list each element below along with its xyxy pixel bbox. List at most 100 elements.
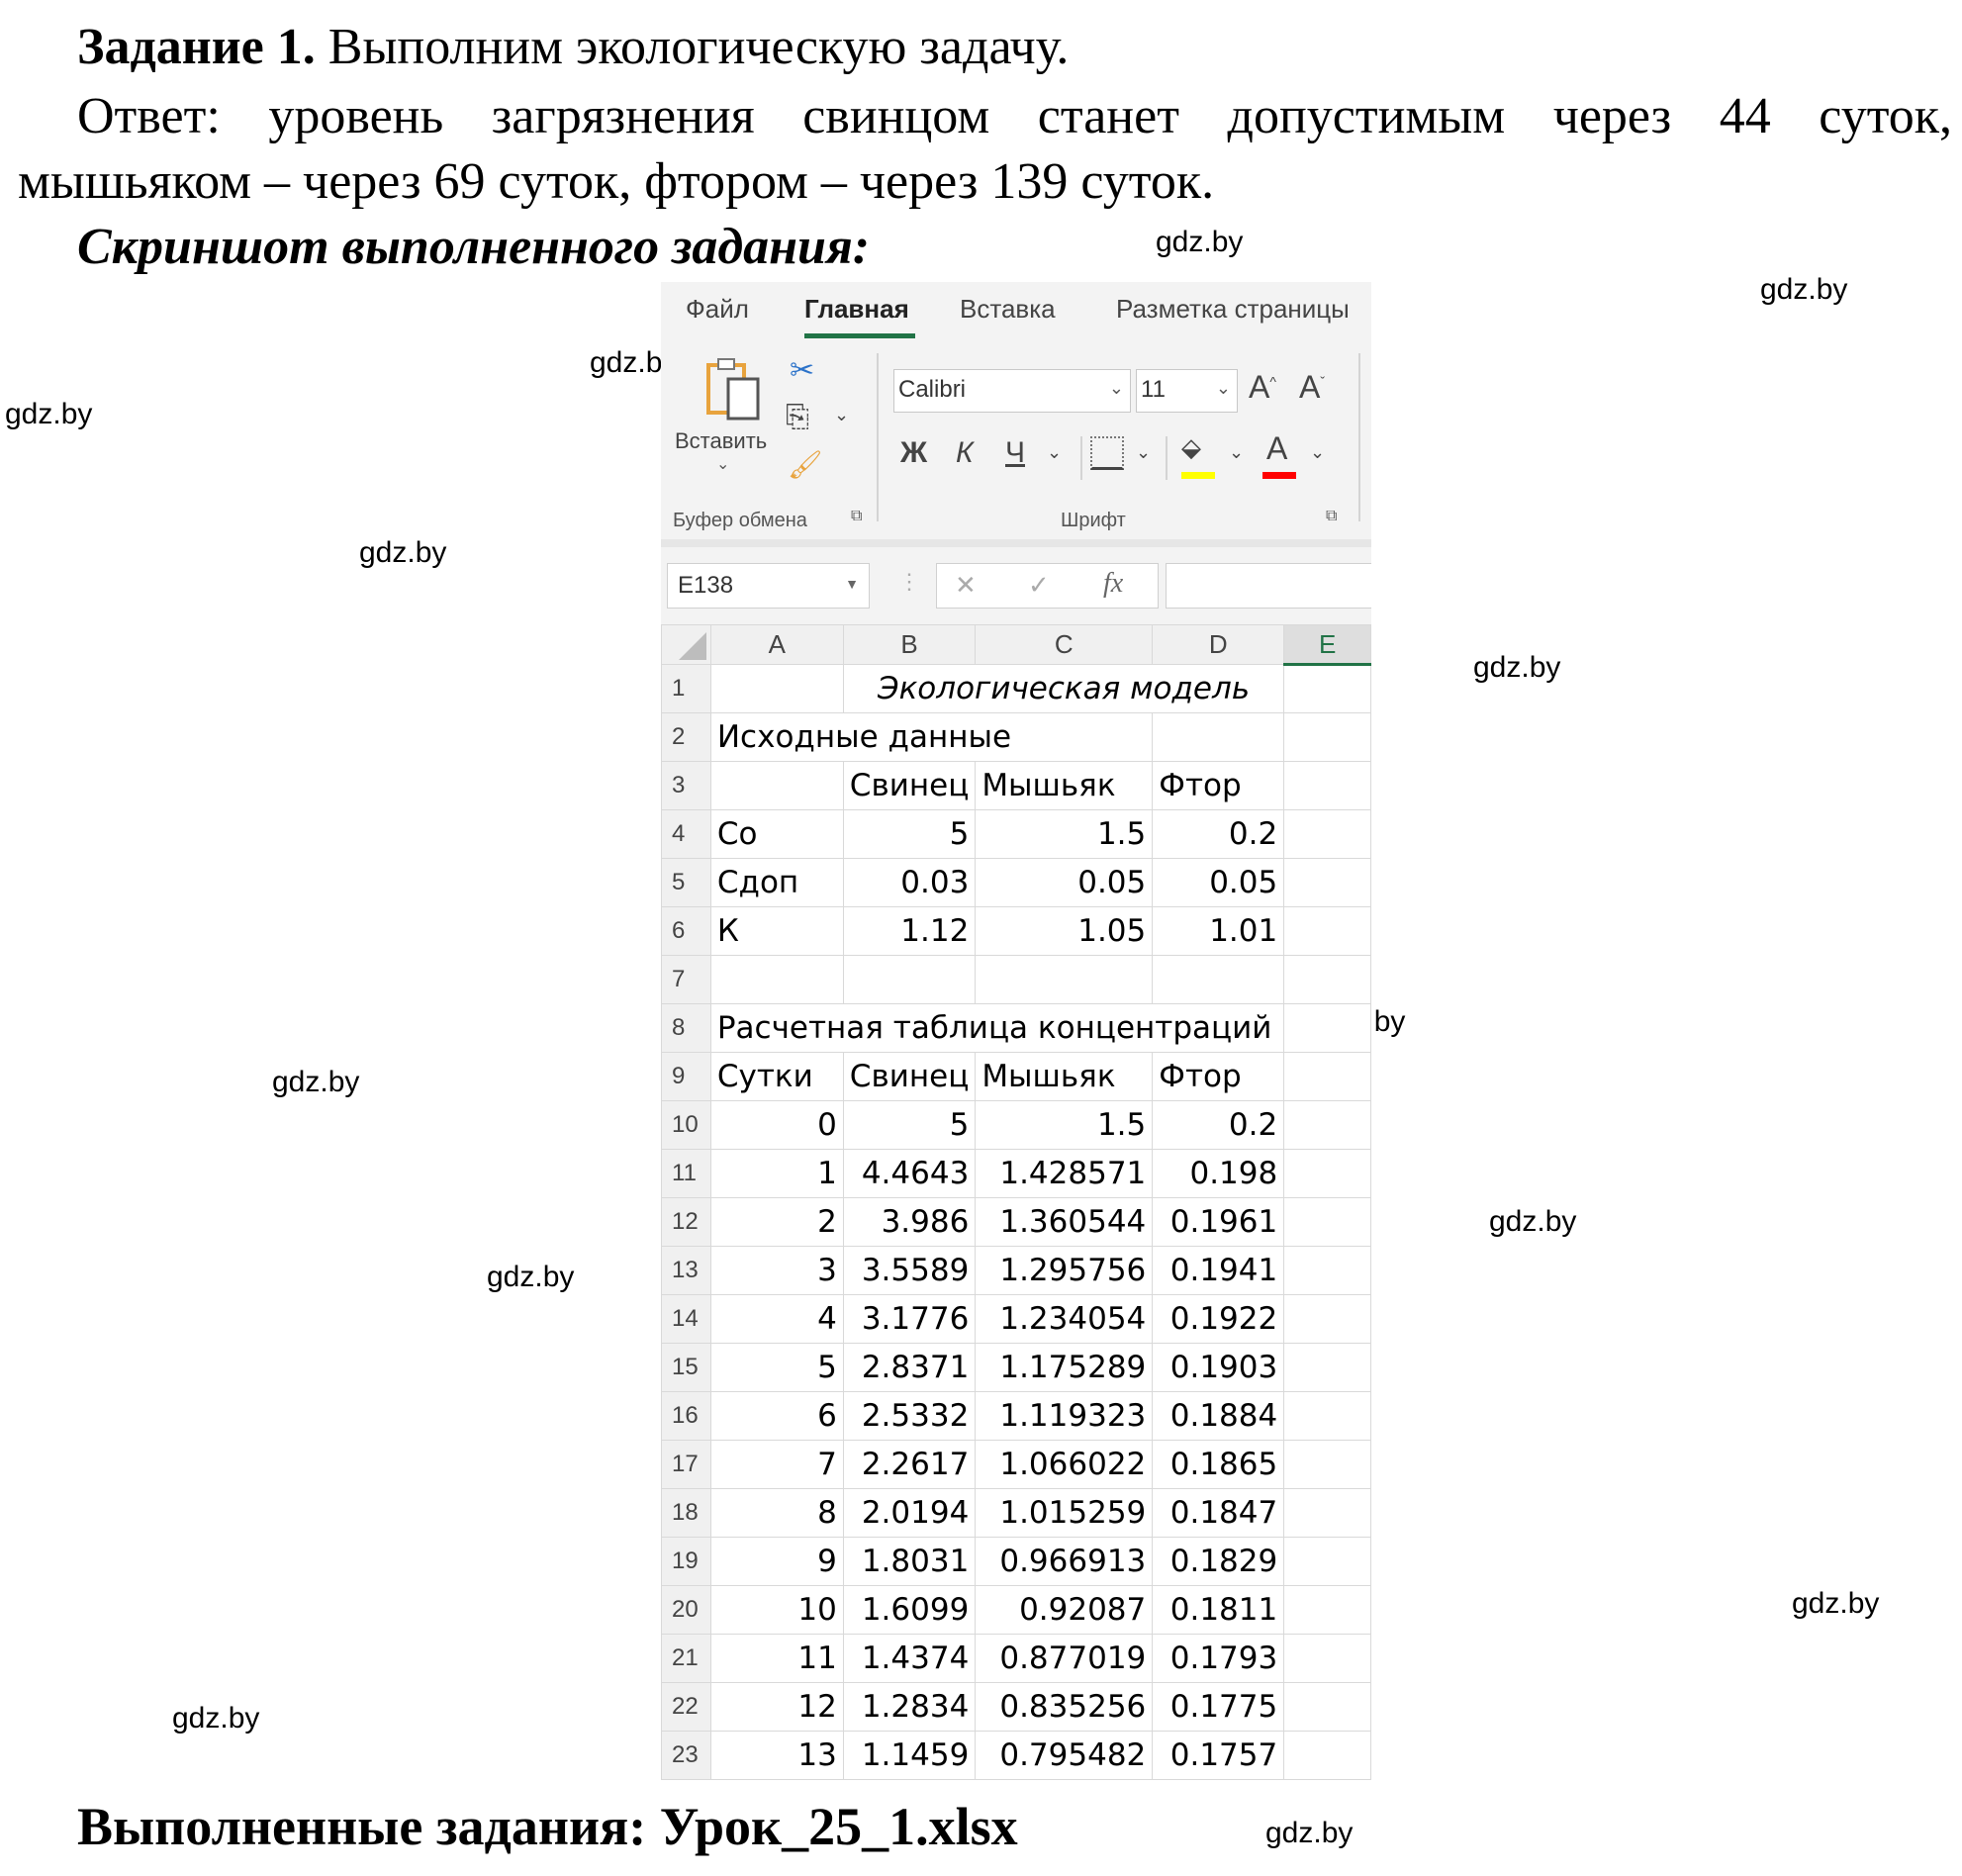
cell-d23[interactable]: 0.1757 bbox=[1152, 1731, 1285, 1780]
cell-a13[interactable]: 3 bbox=[709, 1246, 844, 1295]
cell-e22[interactable] bbox=[1283, 1682, 1371, 1732]
cell-c18[interactable]: 1.015259 bbox=[975, 1488, 1154, 1538]
name-box[interactable]: E138 ▼ bbox=[667, 563, 870, 609]
column-header-d[interactable]: D bbox=[1152, 624, 1285, 665]
borders-icon[interactable] bbox=[1090, 436, 1124, 470]
cell-b16[interactable]: 2.5332 bbox=[842, 1391, 977, 1441]
cell-b23[interactable]: 1.1459 bbox=[842, 1731, 977, 1780]
cell-e9[interactable] bbox=[1283, 1052, 1371, 1101]
cell-e21[interactable] bbox=[1283, 1634, 1371, 1683]
cell-b7[interactable] bbox=[842, 955, 977, 1004]
cell-e19[interactable] bbox=[1283, 1537, 1371, 1586]
cell-e20[interactable] bbox=[1283, 1585, 1371, 1635]
cell-c13[interactable]: 1.295756 bbox=[975, 1246, 1154, 1295]
tab-file[interactable]: Файл bbox=[686, 294, 749, 325]
cancel-icon[interactable]: ✕ bbox=[955, 570, 977, 601]
chevron-down-icon[interactable]: ⌄ bbox=[1136, 442, 1151, 463]
cell-a4[interactable]: Co bbox=[709, 809, 844, 859]
insert-function-icon[interactable]: fx bbox=[1103, 568, 1123, 600]
shrink-font-button[interactable]: Aˇ bbox=[1299, 369, 1325, 406]
underline-button[interactable]: Ч bbox=[1005, 436, 1025, 470]
row-header[interactable]: 21 bbox=[661, 1634, 711, 1683]
grip-icon[interactable]: ⋮ bbox=[898, 569, 920, 595]
cell-d21[interactable]: 0.1793 bbox=[1152, 1634, 1285, 1683]
cell-d17[interactable]: 0.1865 bbox=[1152, 1440, 1285, 1489]
copy-icon[interactable]: ⎘ bbox=[786, 401, 809, 434]
cell-b11[interactable]: 4.4643 bbox=[842, 1149, 977, 1198]
cell-e2[interactable] bbox=[1283, 712, 1371, 762]
font-name-select[interactable]: Calibri ⌄ bbox=[893, 369, 1131, 413]
row-header[interactable]: 10 bbox=[661, 1100, 711, 1150]
row-header[interactable]: 13 bbox=[661, 1246, 711, 1295]
chevron-down-icon[interactable]: ⌄ bbox=[834, 405, 849, 425]
chevron-down-icon[interactable]: ⌄ bbox=[1310, 442, 1325, 463]
fill-color-button[interactable]: ⬙ bbox=[1181, 432, 1201, 463]
cell-a17[interactable]: 7 bbox=[709, 1440, 844, 1489]
row-header[interactable]: 11 bbox=[661, 1149, 711, 1198]
cell-a2[interactable]: Исходные данные bbox=[709, 712, 1154, 762]
column-header-c[interactable]: C bbox=[975, 624, 1154, 665]
cell-c12[interactable]: 1.360544 bbox=[975, 1197, 1154, 1247]
row-header[interactable]: 9 bbox=[661, 1052, 711, 1101]
cell-b3[interactable]: Свинец bbox=[842, 761, 977, 810]
font-color-button[interactable]: A bbox=[1266, 430, 1287, 467]
cell-a19[interactable]: 9 bbox=[709, 1537, 844, 1586]
font-size-select[interactable]: 11 ⌄ bbox=[1136, 369, 1238, 413]
cell-e13[interactable] bbox=[1283, 1246, 1371, 1295]
row-header[interactable]: 14 bbox=[661, 1294, 711, 1344]
cell-a14[interactable]: 4 bbox=[709, 1294, 844, 1344]
cell-b15[interactable]: 2.8371 bbox=[842, 1343, 977, 1392]
cell-e3[interactable] bbox=[1283, 761, 1371, 810]
row-header[interactable]: 20 bbox=[661, 1585, 711, 1635]
cell-d9[interactable]: Фтор bbox=[1152, 1052, 1285, 1101]
cell-c6[interactable]: 1.05 bbox=[975, 906, 1154, 956]
cell-b4[interactable]: 5 bbox=[842, 809, 977, 859]
cell-c15[interactable]: 1.175289 bbox=[975, 1343, 1154, 1392]
cell-b17[interactable]: 2.2617 bbox=[842, 1440, 977, 1489]
cell-d18[interactable]: 0.1847 bbox=[1152, 1488, 1285, 1538]
row-header[interactable]: 6 bbox=[661, 906, 711, 956]
cell-e7[interactable] bbox=[1283, 955, 1371, 1004]
cell-e18[interactable] bbox=[1283, 1488, 1371, 1538]
row-header[interactable]: 17 bbox=[661, 1440, 711, 1489]
cell-a7[interactable] bbox=[709, 955, 844, 1004]
cell-c16[interactable]: 1.119323 bbox=[975, 1391, 1154, 1441]
cell-b9[interactable]: Свинец bbox=[842, 1052, 977, 1101]
column-header-a[interactable]: A bbox=[709, 624, 844, 665]
row-header[interactable]: 2 bbox=[661, 712, 711, 762]
dialog-launcher-icon[interactable]: ⧉ bbox=[1326, 508, 1337, 525]
cell-c19[interactable]: 0.966913 bbox=[975, 1537, 1154, 1586]
cell-c21[interactable]: 0.877019 bbox=[975, 1634, 1154, 1683]
cell-c11[interactable]: 1.428571 bbox=[975, 1149, 1154, 1198]
row-header[interactable]: 8 bbox=[661, 1003, 711, 1053]
cell-d10[interactable]: 0.2 bbox=[1152, 1100, 1285, 1150]
italic-button[interactable]: К bbox=[956, 436, 974, 470]
cut-icon[interactable]: ✂ bbox=[790, 353, 814, 388]
cell-c5[interactable]: 0.05 bbox=[975, 858, 1154, 907]
cell-c7[interactable] bbox=[975, 955, 1154, 1004]
cell-d22[interactable]: 0.1775 bbox=[1152, 1682, 1285, 1732]
cell-c23[interactable]: 0.795482 bbox=[975, 1731, 1154, 1780]
cell-b21[interactable]: 1.4374 bbox=[842, 1634, 977, 1683]
cell-a11[interactable]: 1 bbox=[709, 1149, 844, 1198]
cell-d6[interactable]: 1.01 bbox=[1152, 906, 1285, 956]
cell-d11[interactable]: 0.198 bbox=[1152, 1149, 1285, 1198]
cell-d19[interactable]: 0.1829 bbox=[1152, 1537, 1285, 1586]
cell-b14[interactable]: 3.1776 bbox=[842, 1294, 977, 1344]
cell-d20[interactable]: 0.1811 bbox=[1152, 1585, 1285, 1635]
tab-home[interactable]: Главная bbox=[804, 294, 909, 325]
cell-e14[interactable] bbox=[1283, 1294, 1371, 1344]
cell-a6[interactable]: К bbox=[709, 906, 844, 956]
cell-b5[interactable]: 0.03 bbox=[842, 858, 977, 907]
cell-e4[interactable] bbox=[1283, 809, 1371, 859]
column-header-b[interactable]: B bbox=[842, 624, 977, 665]
cell-c4[interactable]: 1.5 bbox=[975, 809, 1154, 859]
cell-e6[interactable] bbox=[1283, 906, 1371, 956]
cell-c22[interactable]: 0.835256 bbox=[975, 1682, 1154, 1732]
bold-button[interactable]: Ж bbox=[900, 436, 927, 470]
paste-button[interactable]: Вставить ⌄ bbox=[671, 351, 780, 480]
cell-e8[interactable] bbox=[1283, 1003, 1371, 1053]
row-header[interactable]: 19 bbox=[661, 1537, 711, 1586]
cell-d3[interactable]: Фтор bbox=[1152, 761, 1285, 810]
cell-b10[interactable]: 5 bbox=[842, 1100, 977, 1150]
